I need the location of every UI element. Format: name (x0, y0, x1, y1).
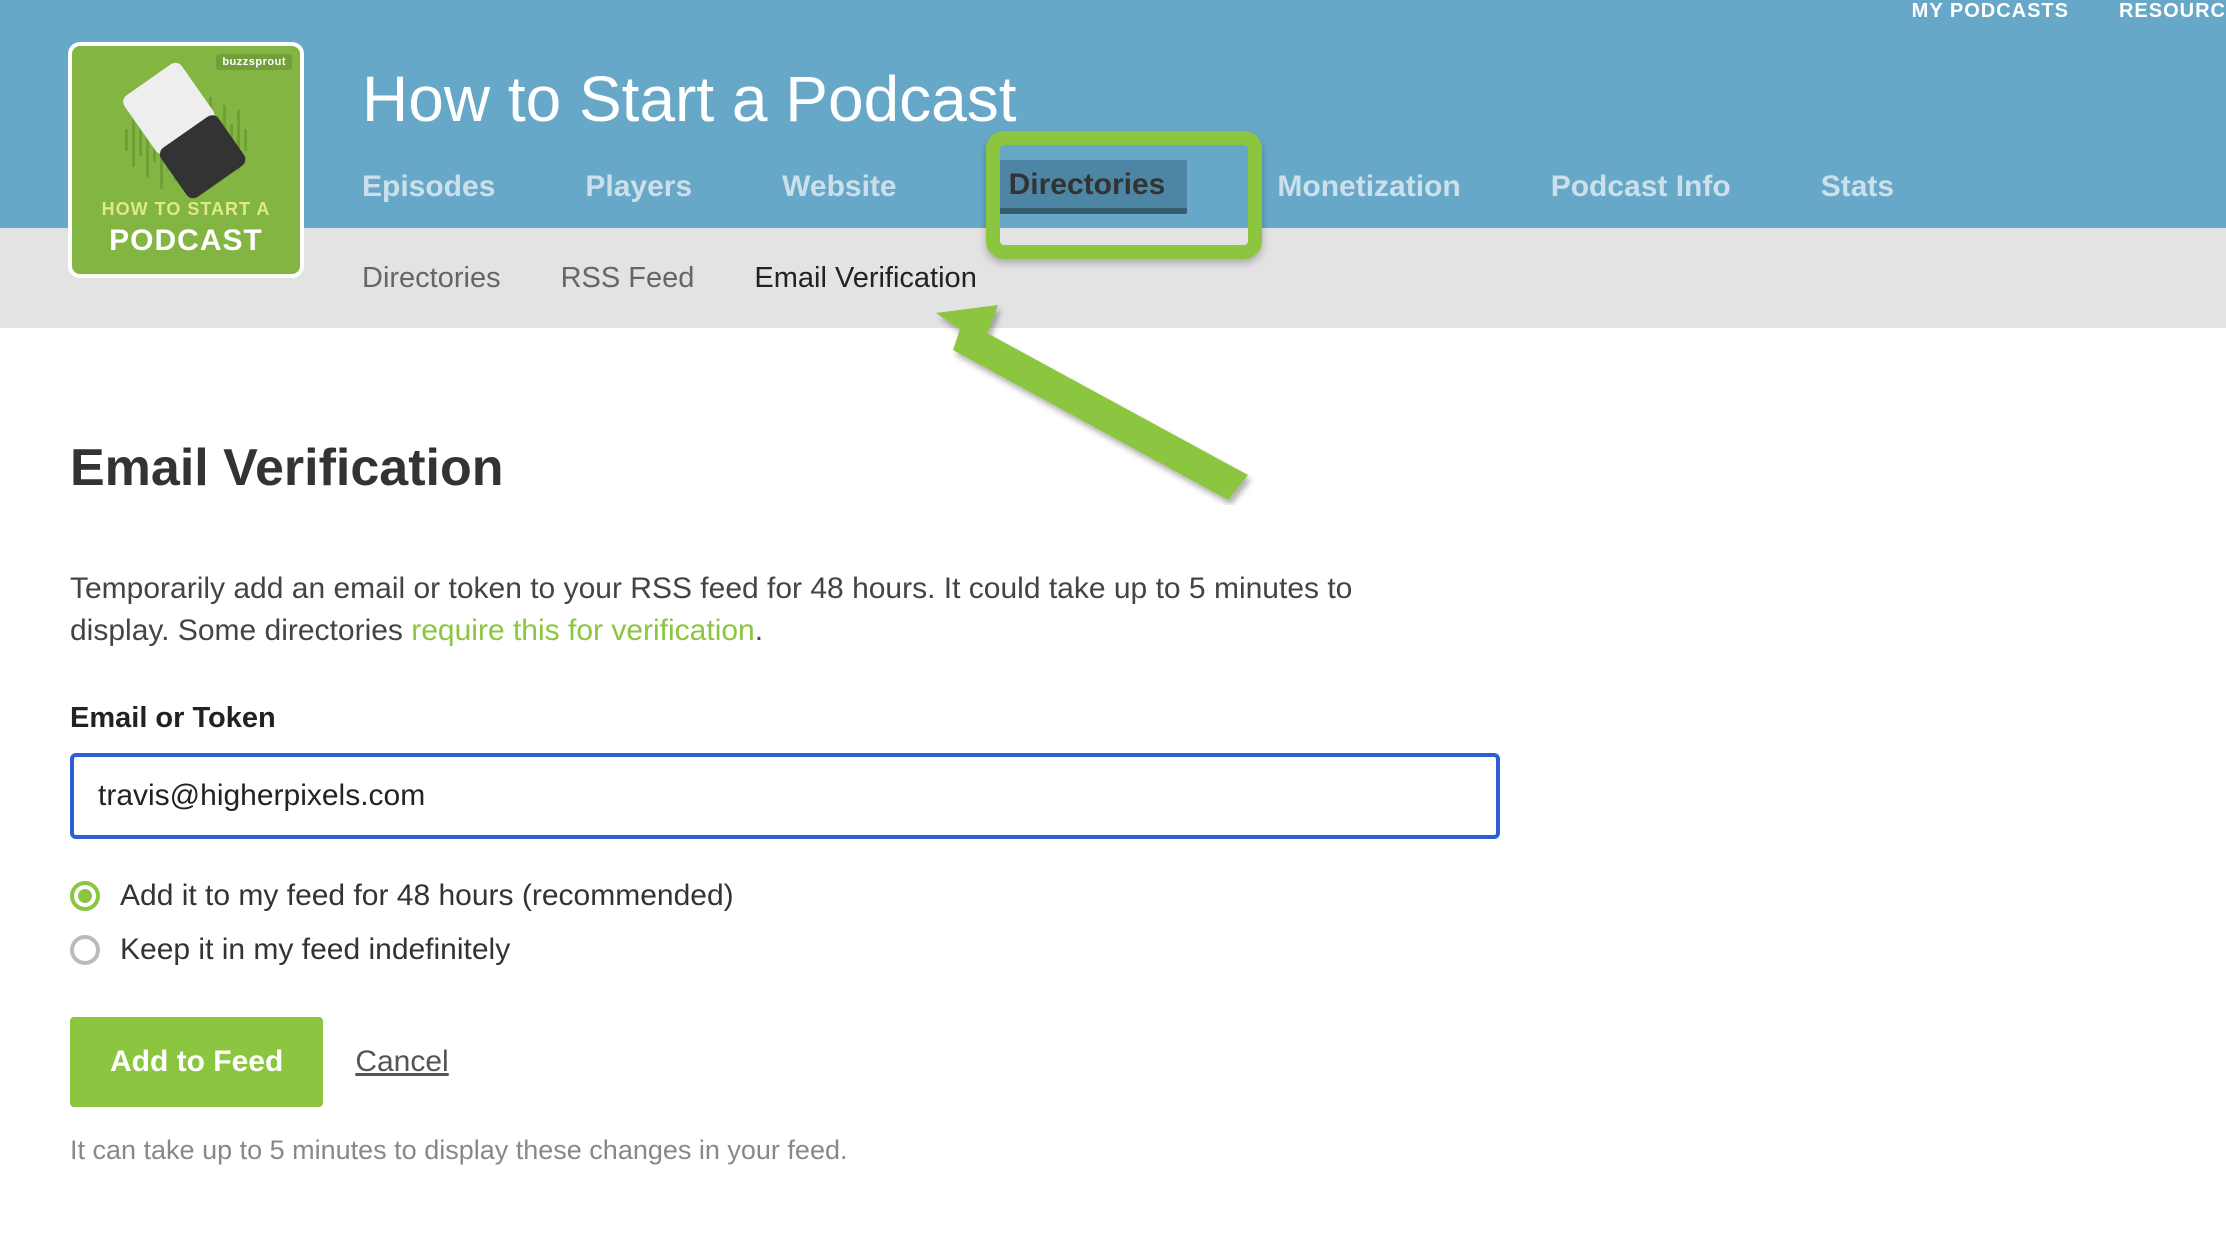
footnote: It can take up to 5 minutes to display t… (70, 1135, 1450, 1166)
logo-text: HOW TO START A PODCAST (72, 198, 300, 260)
subnav-email-verification[interactable]: Email Verification (754, 262, 976, 295)
tab-monetization[interactable]: Monetization (1277, 170, 1460, 204)
tab-players[interactable]: Players (585, 170, 692, 204)
page-description: Temporarily add an email or token to you… (70, 568, 1430, 652)
page-content: Email Verification Temporarily add an em… (0, 328, 1520, 1226)
radio-unchecked-icon (70, 935, 100, 965)
top-nav: MY PODCASTS RESOURC (1912, 0, 2226, 23)
annotation-highlight-box (986, 131, 1262, 259)
subnav-rss-feed[interactable]: RSS Feed (561, 262, 695, 295)
cancel-link[interactable]: Cancel (355, 1045, 448, 1079)
logo-badge: buzzsprout (216, 54, 292, 70)
radio-checked-icon (70, 881, 100, 911)
radio-48-hours-label: Add it to my feed for 48 hours (recommen… (120, 879, 734, 913)
form-actions: Add to Feed Cancel (70, 1017, 1450, 1107)
podcast-logo[interactable]: buzzsprout HOW TO START A PODCAST (68, 42, 304, 278)
tab-website[interactable]: Website (782, 170, 896, 204)
radio-indefinitely[interactable]: Keep it in my feed indefinitely (70, 933, 1450, 967)
email-token-input[interactable] (70, 753, 1500, 839)
verification-link[interactable]: require this for verification (411, 614, 754, 647)
add-to-feed-button[interactable]: Add to Feed (70, 1017, 323, 1107)
email-token-label: Email or Token (70, 702, 1450, 735)
topnav-my-podcasts[interactable]: MY PODCASTS (1912, 0, 2069, 23)
annotation-arrow-icon (928, 305, 1268, 505)
radio-48-hours[interactable]: Add it to my feed for 48 hours (recommen… (70, 879, 1450, 913)
podcast-title: How to Start a Podcast (362, 62, 1017, 136)
subnav-directories[interactable]: Directories (362, 262, 501, 295)
tab-episodes[interactable]: Episodes (362, 170, 495, 204)
tab-stats[interactable]: Stats (1821, 170, 1894, 204)
radio-indefinitely-label: Keep it in my feed indefinitely (120, 933, 510, 967)
tab-podcast-info[interactable]: Podcast Info (1551, 170, 1731, 204)
topnav-resources[interactable]: RESOURC (2119, 0, 2226, 23)
